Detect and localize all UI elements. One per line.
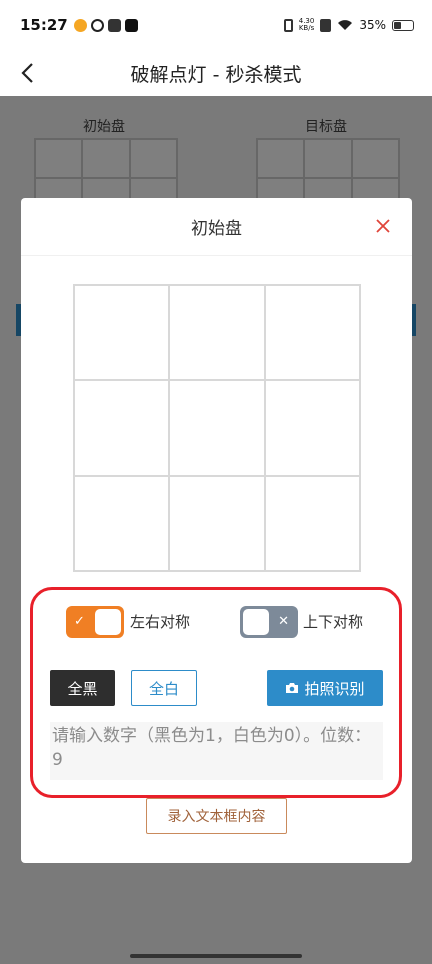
board-cell[interactable] (264, 285, 360, 381)
vibrate-icon (283, 18, 293, 32)
back-icon[interactable] (16, 61, 40, 85)
page-title: 破解点灯 - 秒杀模式 (130, 63, 302, 86)
board-cell[interactable] (74, 285, 170, 381)
status-time: 15:27 (20, 16, 68, 34)
board-cell[interactable] (264, 380, 360, 476)
photo-recognize-button[interactable]: 拍照识别 (267, 670, 383, 706)
weibo-icon (73, 18, 87, 32)
check-icon: ✓ (74, 614, 85, 629)
all-black-button[interactable]: 全黑 (50, 670, 115, 706)
camera-icon (286, 683, 299, 693)
board-cell[interactable] (74, 475, 170, 571)
up-down-symmetry-toggle[interactable]: ✕ (240, 606, 298, 638)
board-cell[interactable] (169, 475, 265, 571)
x-icon: ✕ (278, 614, 289, 629)
battery-icon (392, 19, 414, 31)
close-icon[interactable] (374, 217, 392, 235)
left-right-symmetry-label: 左右对称 (130, 613, 191, 631)
photo-recognize-label: 拍照识别 (304, 679, 365, 698)
app-grid-icon (107, 18, 121, 32)
tiktok-icon (124, 18, 138, 32)
digits-input[interactable] (50, 722, 383, 780)
board-cell[interactable] (169, 380, 265, 476)
net-speed: 4.30 KB/s (299, 18, 315, 32)
nav-bar: 破解点灯 - 秒杀模式 (0, 50, 432, 96)
notification-icons (73, 18, 138, 32)
enter-text-button[interactable]: 录入文本框内容 (146, 798, 287, 834)
dialog-header: 初始盘 (21, 198, 412, 256)
toggle-knob (243, 609, 269, 635)
home-indicator[interactable] (130, 954, 302, 958)
board-cell[interactable] (264, 475, 360, 571)
battery-percent: 35% (359, 18, 386, 32)
board-cell[interactable] (74, 380, 170, 476)
all-white-button[interactable]: 全白 (131, 670, 197, 706)
status-right: 4.30 KB/s 35% (283, 18, 414, 32)
board-cell[interactable] (169, 285, 265, 381)
net-speed-unit: KB/s (298, 24, 315, 32)
toggle-knob (95, 609, 121, 635)
sync-icon (90, 18, 104, 32)
board-grid (73, 284, 361, 572)
status-bar: 15:27 4.30 KB/s 35% (0, 0, 432, 50)
up-down-symmetry-label: 上下对称 (303, 613, 364, 631)
left-right-symmetry-toggle[interactable]: ✓ (66, 606, 124, 638)
dialog-title: 初始盘 (191, 219, 242, 239)
wifi-icon (338, 20, 353, 30)
sim-icon (320, 18, 332, 32)
